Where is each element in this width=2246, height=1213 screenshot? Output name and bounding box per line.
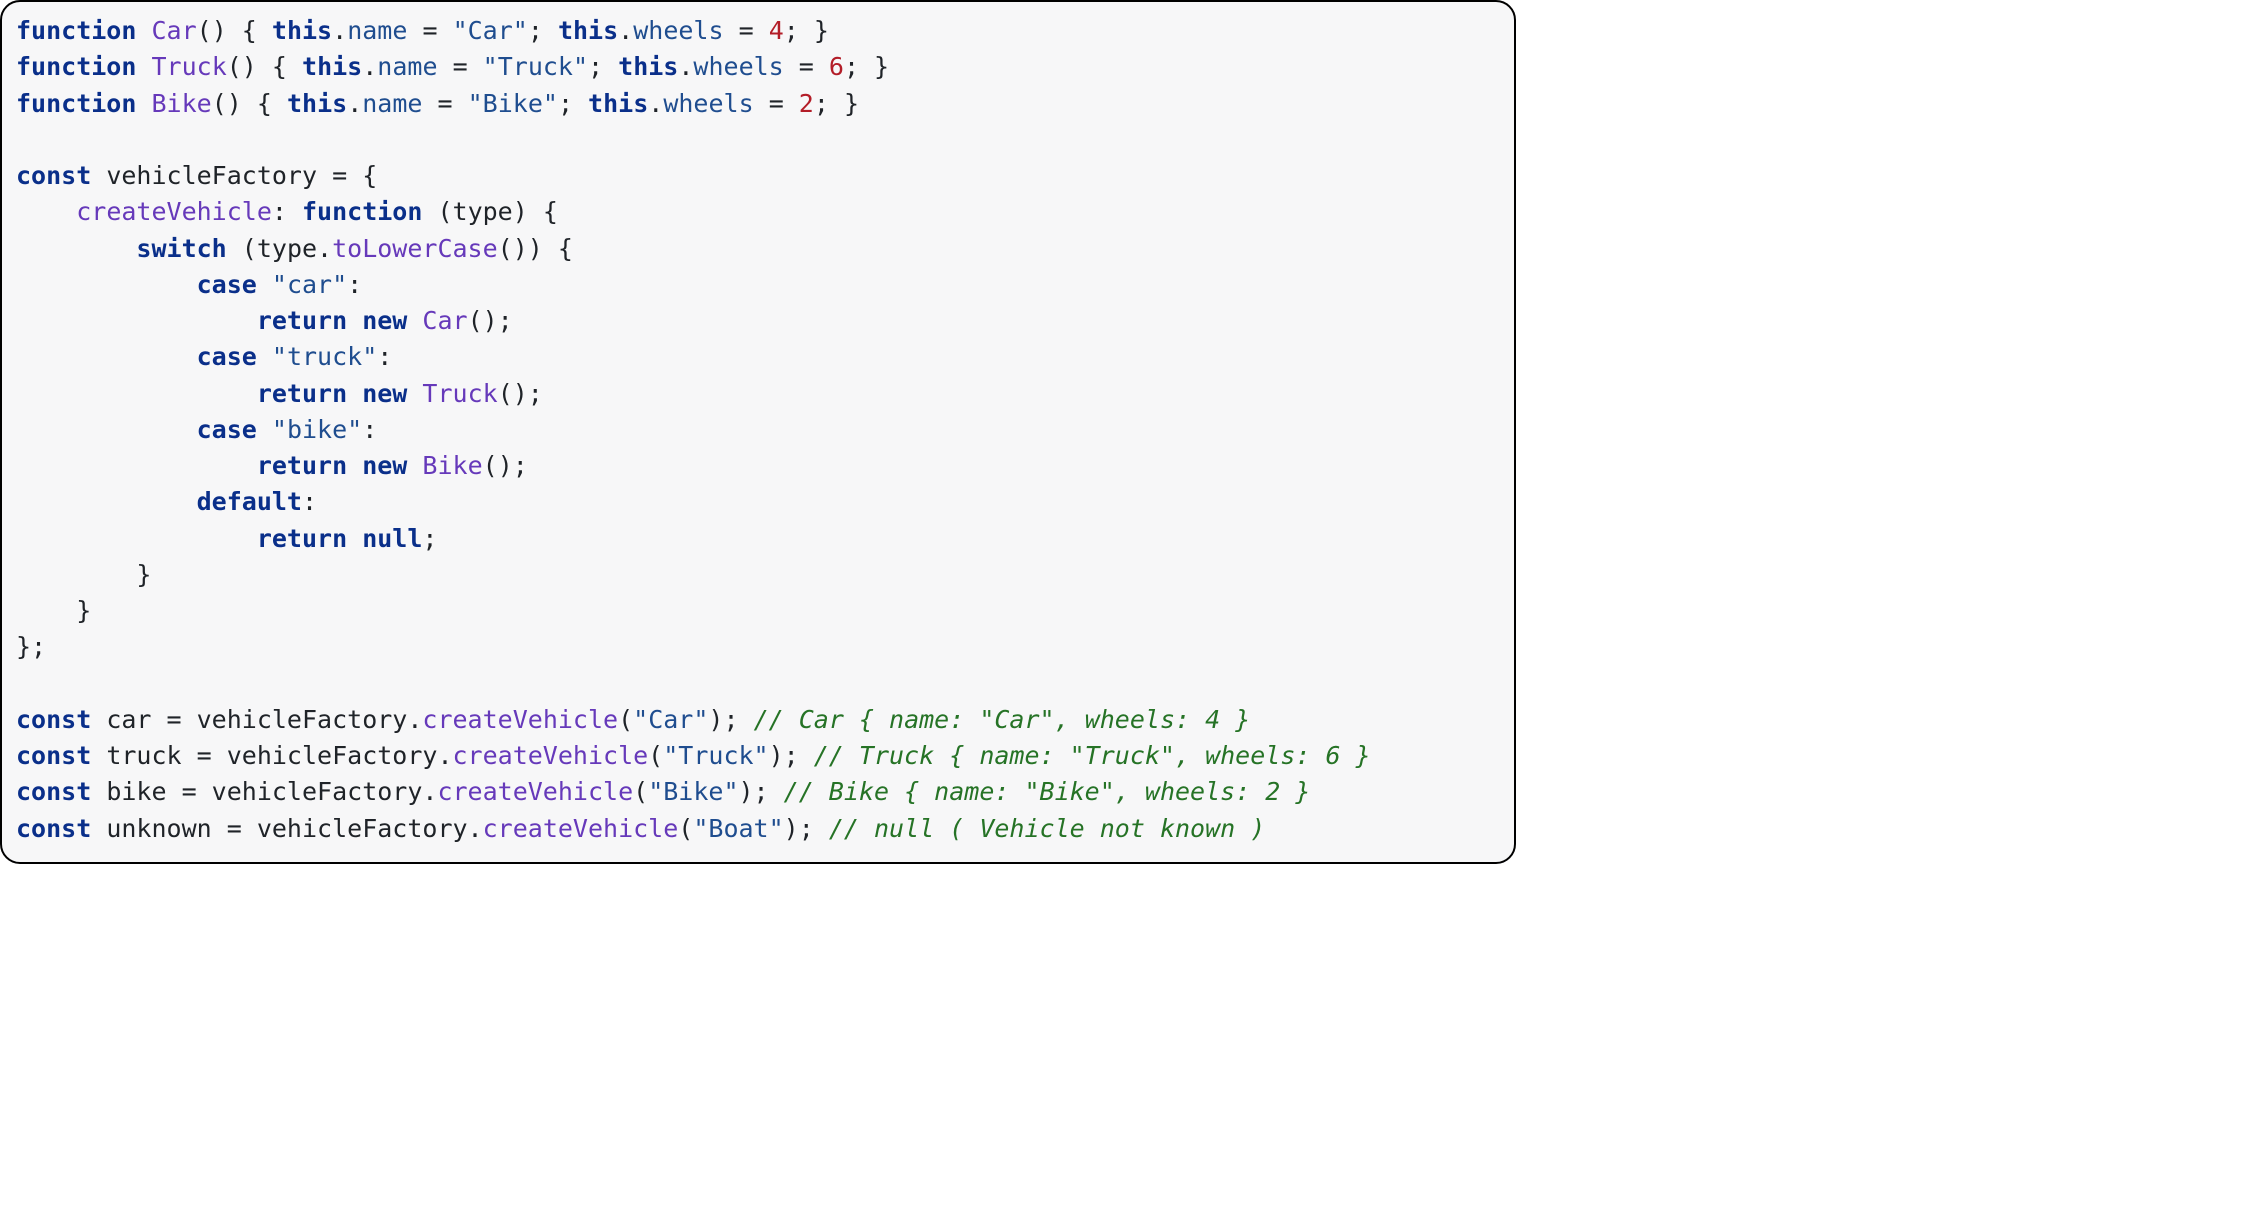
code-content: function Car() { this.name = "Car"; this… (16, 16, 1371, 843)
code-block: function Car() { this.name = "Car"; this… (0, 0, 1516, 864)
